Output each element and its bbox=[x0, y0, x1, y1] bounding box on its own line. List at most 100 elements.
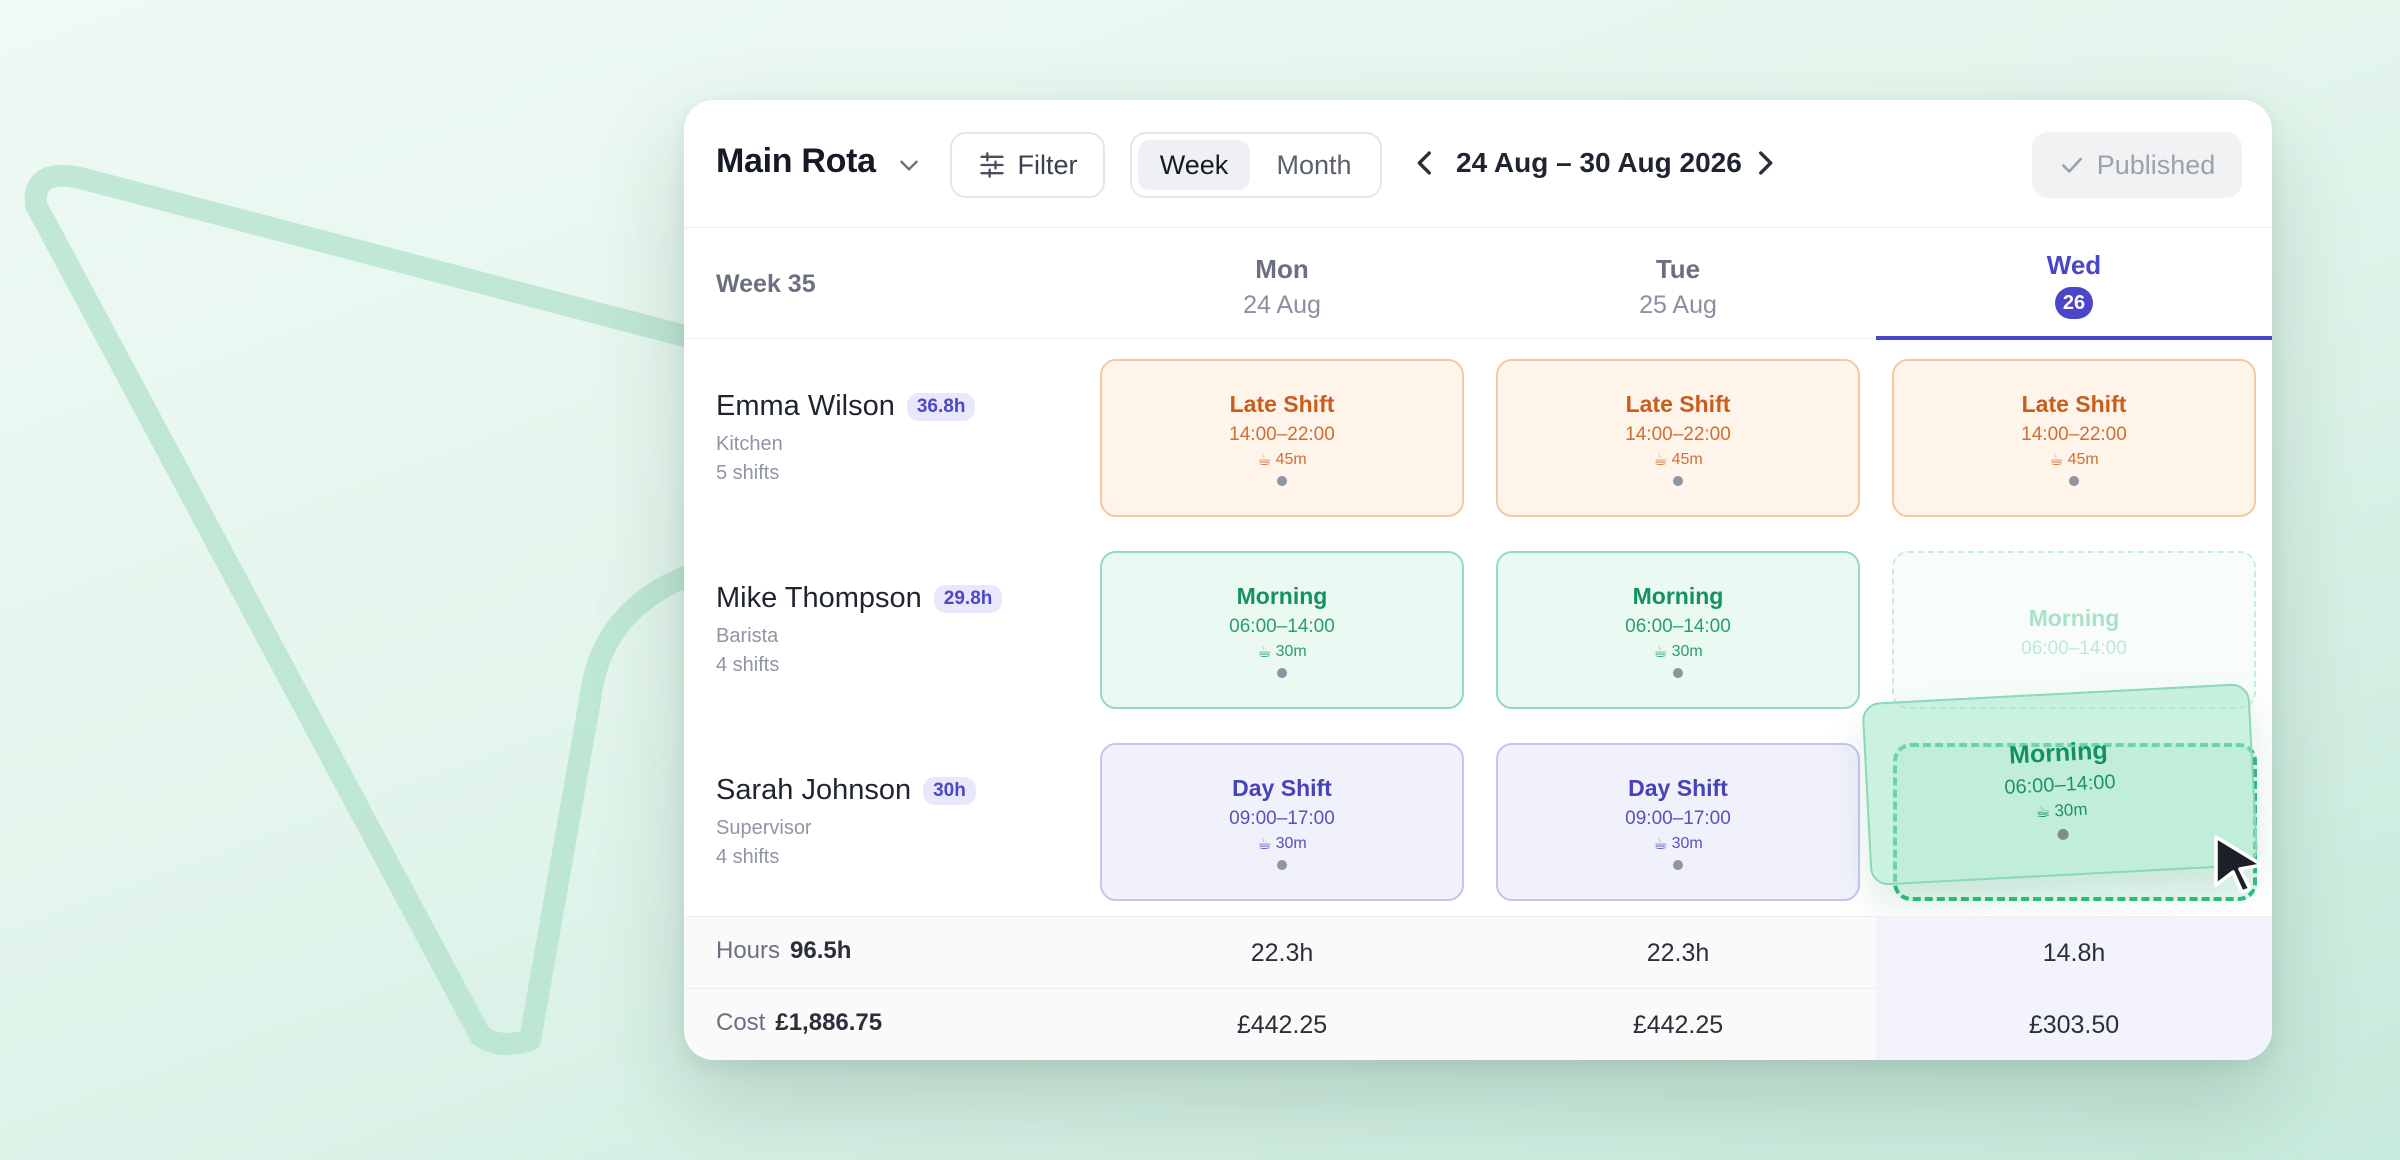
rota-panel: Main Rota Filter Week Month 24 Aug – 30 … bbox=[684, 100, 2272, 1060]
shift-title: Morning bbox=[1236, 583, 1328, 609]
rota-title[interactable]: Main Rota bbox=[716, 142, 876, 181]
cost-wed: £303.50 bbox=[2028, 1011, 2120, 1039]
shift-time: 09:00–17:00 bbox=[1229, 808, 1335, 829]
coffee-icon: ☕ bbox=[1653, 836, 1668, 853]
shift-card-day[interactable]: Day Shift 09:00–17:00 ☕ 30m bbox=[1496, 743, 1860, 901]
shift-card-morning[interactable]: Morning 06:00–14:00 ☕ 30m bbox=[1496, 551, 1860, 709]
chevron-right-icon[interactable] bbox=[1748, 146, 1782, 180]
shift-title: Late Shift bbox=[1229, 391, 1335, 417]
coffee-icon: ☕ bbox=[1653, 452, 1668, 469]
employee-mike-thompson[interactable]: Mike Thompson 29.8h Barista 4 shifts bbox=[716, 582, 1056, 677]
cost-total: £1,886.75 bbox=[775, 1009, 883, 1036]
day-header-tue[interactable]: Tue 25 Aug bbox=[1480, 228, 1876, 338]
break-duration: 30m bbox=[1671, 643, 1703, 660]
coffee-icon: ☕ bbox=[2049, 452, 2064, 469]
sliders-icon bbox=[979, 152, 1004, 178]
today-badge: 26 bbox=[2055, 287, 2093, 319]
break-duration: 30m bbox=[1275, 835, 1307, 852]
employee-shift-count: 4 shifts bbox=[716, 654, 780, 676]
hours-badge: 30h bbox=[923, 776, 976, 805]
coffee-icon: ☕ bbox=[1653, 644, 1668, 661]
day-header-row: Week 35 Mon 24 Aug Tue 25 Aug Wed 26 bbox=[684, 228, 2272, 340]
day-name: Wed bbox=[2046, 250, 2102, 280]
hours-tue: 22.3h bbox=[1646, 939, 1710, 967]
hours-mon: 22.3h bbox=[1250, 939, 1314, 967]
hours-label: Hours bbox=[716, 937, 781, 964]
view-toggle: Week Month bbox=[1130, 132, 1382, 198]
employee-name: Mike Thompson bbox=[716, 582, 922, 614]
status-dot bbox=[1673, 476, 1683, 486]
day-name: Tue bbox=[1655, 254, 1701, 284]
shift-card-day[interactable]: Day Shift 09:00–17:00 ☕ 30m bbox=[1100, 743, 1464, 901]
chevron-left-icon[interactable] bbox=[1408, 146, 1442, 180]
shift-card-morning[interactable]: Morning 06:00–14:00 ☕ 30m bbox=[1100, 551, 1464, 709]
date-range-label: 24 Aug – 30 Aug 2026 bbox=[1456, 147, 1742, 178]
filter-button[interactable]: Filter bbox=[950, 132, 1105, 198]
week-label: Week 35 bbox=[716, 270, 816, 298]
employee-role: Kitchen bbox=[716, 433, 783, 455]
day-header-mon[interactable]: Mon 24 Aug bbox=[1084, 228, 1480, 338]
shift-time: 06:00–14:00 bbox=[1229, 616, 1335, 637]
hours-wed: 14.8h bbox=[2042, 939, 2106, 967]
shift-title: Morning bbox=[2028, 605, 2120, 631]
status-dot bbox=[1277, 476, 1287, 486]
dragged-shift-card[interactable]: Morning 06:00–14:00 ☕ 30m bbox=[1861, 682, 2259, 887]
toolbar: Main Rota Filter Week Month 24 Aug – 30 … bbox=[684, 100, 2272, 228]
shift-title: Day Shift bbox=[1232, 775, 1332, 801]
day-name: Mon bbox=[1255, 254, 1309, 284]
hours-summary-row: Hours 96.5h 22.3h 22.3h 14.8h bbox=[684, 916, 2272, 989]
status-dot bbox=[1673, 668, 1683, 678]
coffee-icon: ☕ bbox=[1257, 644, 1272, 661]
employee-role: Supervisor bbox=[716, 817, 812, 839]
cost-tue: £442.25 bbox=[1632, 1011, 1724, 1039]
shift-time: 09:00–17:00 bbox=[1625, 808, 1731, 829]
shift-title: Day Shift bbox=[1628, 775, 1728, 801]
coffee-icon: ☕ bbox=[1257, 836, 1272, 853]
employee-name: Sarah Johnson bbox=[716, 774, 912, 806]
day-header-wed[interactable]: Wed 26 bbox=[1876, 228, 2272, 340]
view-month-option[interactable]: Month bbox=[1258, 140, 1370, 190]
active-day-indicator bbox=[1876, 336, 2272, 340]
check-icon bbox=[2061, 157, 2082, 173]
status-dot bbox=[1673, 860, 1683, 870]
view-week-option[interactable]: Week bbox=[1138, 140, 1250, 190]
break-duration: 45m bbox=[1275, 451, 1307, 468]
day-date: 24 Aug bbox=[1243, 291, 1321, 319]
break-duration: 30m bbox=[2053, 799, 2088, 821]
employee-name: Emma Wilson bbox=[716, 390, 895, 422]
break-duration: 30m bbox=[1671, 835, 1703, 852]
shift-time: 06:00–14:00 bbox=[1625, 616, 1731, 637]
hours-total: 96.5h bbox=[790, 937, 852, 964]
shift-title: Morning bbox=[1632, 583, 1724, 609]
shift-time: 06:00–14:00 bbox=[2021, 638, 2127, 659]
cost-summary-row: Cost £1,886.75 £442.25 £442.25 £303.50 bbox=[684, 988, 2272, 1060]
employee-emma-wilson[interactable]: Emma Wilson 36.8h Kitchen 5 shifts bbox=[716, 390, 1056, 485]
status-dot bbox=[1277, 860, 1287, 870]
employee-sarah-johnson[interactable]: Sarah Johnson 30h Supervisor 4 shifts bbox=[716, 774, 1056, 869]
cost-label-group: Cost £1,886.75 bbox=[716, 1009, 882, 1037]
chevron-down-icon[interactable] bbox=[896, 152, 922, 178]
break-duration: 30m bbox=[1275, 643, 1307, 660]
shift-title: Late Shift bbox=[2021, 391, 2127, 417]
day-date: 25 Aug bbox=[1639, 291, 1717, 319]
shift-title: Late Shift bbox=[1625, 391, 1731, 417]
shift-card-late[interactable]: Late Shift 14:00–22:00 ☕ 45m bbox=[1496, 359, 1860, 517]
published-button[interactable]: Published bbox=[2032, 132, 2242, 198]
status-dot bbox=[2056, 828, 2069, 841]
cost-mon: £442.25 bbox=[1236, 1011, 1328, 1039]
shift-time: 14:00–22:00 bbox=[1625, 424, 1731, 445]
status-dot bbox=[1277, 668, 1287, 678]
cost-label: Cost bbox=[716, 1009, 766, 1036]
status-dot bbox=[2069, 476, 2079, 486]
shift-time: 14:00–22:00 bbox=[2021, 424, 2127, 445]
hours-badge: 36.8h bbox=[906, 392, 976, 421]
coffee-icon: ☕ bbox=[2034, 801, 2051, 822]
employee-shift-count: 4 shifts bbox=[716, 846, 780, 868]
shift-card-late[interactable]: Late Shift 14:00–22:00 ☕ 45m bbox=[1100, 359, 1464, 517]
shift-card-late[interactable]: Late Shift 14:00–22:00 ☕ 45m bbox=[1892, 359, 2256, 517]
filter-label: Filter bbox=[1017, 149, 1078, 180]
employee-role: Barista bbox=[716, 625, 779, 647]
hours-label-group: Hours 96.5h bbox=[716, 937, 851, 965]
hours-badge: 29.8h bbox=[933, 584, 1003, 613]
shift-time: 14:00–22:00 bbox=[1229, 424, 1335, 445]
